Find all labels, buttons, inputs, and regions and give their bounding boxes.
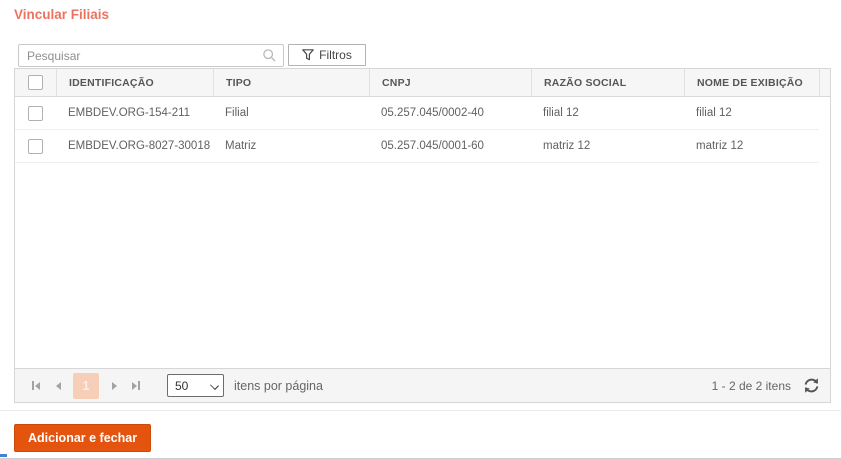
cell-cnpj: 05.257.045/0001-60 (381, 140, 484, 152)
refresh-icon[interactable] (803, 377, 820, 394)
add-and-close-button[interactable]: Adicionar e fechar (14, 424, 152, 452)
previous-page-button[interactable] (47, 375, 69, 397)
table-header-row: IDENTIFICAÇÃO TIPO CNPJ RAZÃO SOCIAL NOM… (15, 69, 830, 97)
footer-divider (0, 410, 842, 411)
select-all-checkbox[interactable] (28, 75, 43, 90)
cell-nome-exibicao: matriz 12 (696, 140, 744, 152)
page-title: Vincular Filiais (14, 7, 110, 22)
page-size-select-wrap: 50 (167, 374, 224, 397)
filiais-table: IDENTIFICAÇÃO TIPO CNPJ RAZÃO SOCIAL NOM… (14, 68, 831, 403)
select-all-cell (15, 69, 56, 96)
cell-razao-social: matriz 12 (543, 140, 591, 152)
cell-razao-social: filial 12 (543, 107, 579, 119)
row-checkbox-cell (15, 138, 56, 154)
cell-cnpj: 05.257.045/0002-40 (381, 107, 484, 119)
screen-artifact (0, 454, 7, 457)
table-row[interactable]: EMBDEV.ORG-154-211 Filial 05.257.045/000… (15, 97, 819, 130)
cell-tipo: Matriz (225, 140, 257, 152)
table-body: EMBDEV.ORG-154-211 Filial 05.257.045/000… (15, 97, 830, 368)
column-header-cnpj[interactable]: CNPJ (369, 69, 531, 96)
column-header-razao-social[interactable]: RAZÃO SOCIAL (531, 69, 684, 96)
row-checkbox[interactable] (28, 138, 43, 154)
cell-identificacao: EMBDEV.ORG-154-211 (68, 107, 191, 119)
arrow-left-icon (55, 381, 61, 390)
arrow-right-icon (111, 381, 117, 390)
page-size-select[interactable]: 50 (167, 374, 224, 397)
search-icon (263, 49, 276, 62)
search-input[interactable] (18, 44, 284, 67)
filters-button[interactable]: Filtros (288, 44, 366, 66)
column-header-nome-exibicao[interactable]: NOME DE EXIBIÇÃO (684, 69, 819, 96)
cell-tipo: Filial (225, 107, 249, 119)
column-header-tipo[interactable]: TIPO (213, 69, 369, 96)
page-number-button[interactable]: 1 (73, 372, 99, 399)
scrollbar-gutter (819, 69, 830, 96)
cell-identificacao: EMBDEV.ORG-8027-30018 (68, 140, 211, 152)
items-range-label: 1 - 2 de 2 itens (711, 378, 791, 393)
seek-first-icon (35, 381, 40, 390)
filter-icon (302, 49, 314, 61)
column-header-identificacao[interactable]: IDENTIFICAÇÃO (56, 69, 213, 96)
seek-last-icon (132, 381, 137, 390)
cell-nome-exibicao: filial 12 (696, 107, 732, 119)
last-page-button[interactable] (125, 375, 147, 397)
table-row[interactable]: EMBDEV.ORG-8027-30018 Matriz 05.257.045/… (15, 130, 819, 163)
filters-button-label: Filtros (319, 48, 352, 62)
page-size-label: itens por página (234, 378, 323, 393)
pager-right: 1 - 2 de 2 itens (712, 377, 820, 394)
first-page-button[interactable] (25, 375, 47, 397)
search-field-wrap (18, 44, 284, 67)
next-page-button[interactable] (103, 375, 125, 397)
pagination-bar: 1 50 itens por página 1 - 2 de 2 itens (15, 368, 830, 402)
row-checkbox[interactable] (28, 105, 43, 121)
row-checkbox-cell (15, 105, 56, 121)
